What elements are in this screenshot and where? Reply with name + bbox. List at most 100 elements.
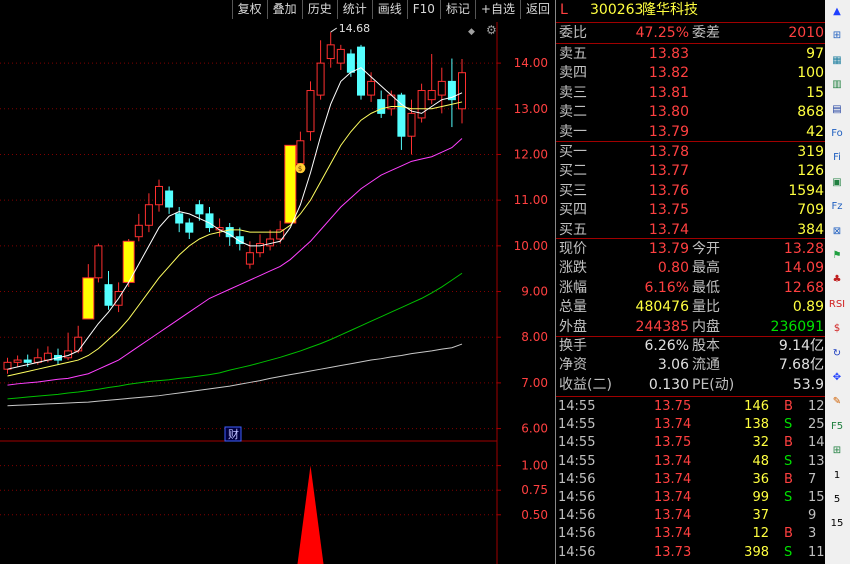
tick-row[interactable]: 14:55 13.74 138 S 25 [556, 416, 826, 434]
toolbar-button-2[interactable]: 历史 [301, 0, 337, 19]
candle [54, 348, 62, 365]
stock-code[interactable]: 300263 [590, 1, 643, 20]
order-volume: 97 [806, 46, 824, 62]
order-row[interactable]: 买四 13.75 709 [556, 201, 826, 220]
order-label: 买五 [559, 221, 587, 238]
tick-volume: 48 [752, 453, 769, 469]
toolbar-button-8[interactable]: 返回 [519, 0, 555, 19]
ma-line-gray [7, 343, 463, 407]
candle [134, 213, 143, 242]
tick-volume: 398 [744, 544, 769, 560]
toolbar-button-0[interactable]: 复权 [231, 0, 267, 19]
price-tick-label: 10.00 [514, 239, 548, 253]
tick-row[interactable]: 14:55 13.74 48 S 13 [556, 453, 826, 471]
order-row[interactable]: 卖一 13.79 42 [556, 123, 826, 142]
refresh-icon[interactable]: ↻ [828, 346, 846, 362]
stat-value: 14.09 [783, 260, 824, 277]
gear-icon: ⚙ [486, 23, 497, 37]
fund-value: 0.130 [648, 376, 689, 393]
order-row[interactable]: 卖三 13.81 15 [556, 84, 826, 103]
svg-text:$: $ [298, 165, 302, 173]
chart-toolbar: 复权 叠加 历史 统计 画线 F10 标记 +自选 返回 [0, 0, 555, 19]
cross-box-icon[interactable]: ⊠ [828, 224, 846, 240]
tick-price: 13.75 [654, 435, 692, 451]
stat-value: 0.80 [657, 260, 689, 277]
fo-icon[interactable]: Fo [828, 126, 846, 142]
grid-icon[interactable]: ⊞ [828, 28, 846, 44]
period-5-icon[interactable]: 5 [828, 492, 846, 508]
dollar-icon[interactable]: $ [828, 321, 846, 337]
tick-side: S [784, 417, 793, 433]
toolbar-button-6[interactable]: 标记 [439, 0, 475, 19]
tick-count: 3 [808, 526, 817, 542]
period-1-icon[interactable]: 1 [828, 468, 846, 484]
stock-name[interactable]: 隆华科技 [642, 1, 698, 20]
order-price: 13.83 [648, 46, 689, 62]
tick-side: B [784, 526, 793, 542]
price-tick-label: 13.00 [514, 102, 548, 116]
bars-icon[interactable]: ▦ [828, 53, 846, 69]
f5-icon[interactable]: F5 [828, 419, 846, 435]
order-label: 买四 [559, 202, 587, 219]
order-row[interactable]: 买五 13.74 384 [556, 221, 826, 240]
tick-time: 14:55 [558, 417, 596, 433]
tick-row[interactable]: 14:56 13.73 398 S 11 [556, 544, 826, 562]
candle [74, 325, 83, 354]
fund-label: 流通 [692, 357, 720, 374]
stock-header: L 300263 隆华科技 [556, 1, 826, 20]
tick-volume: 99 [752, 490, 769, 505]
fi-icon[interactable]: Fi [828, 150, 846, 166]
arrow-up-icon[interactable]: ▲ [828, 4, 846, 20]
club-icon[interactable]: ♣ [828, 272, 846, 288]
order-row[interactable]: 买三 13.76 1594 [556, 182, 826, 201]
tick-row[interactable]: 14:55 13.75 146 B 12 [556, 398, 826, 416]
candle [377, 90, 386, 118]
order-row[interactable]: 卖五 13.83 97 [556, 45, 826, 64]
list-icon[interactable]: ▤ [828, 102, 846, 118]
order-price: 13.82 [648, 65, 689, 82]
toolbar-button-7[interactable]: +自选 [474, 0, 520, 19]
price-tick-label: 14.00 [514, 56, 548, 70]
calc-icon[interactable]: ⊞ [828, 443, 846, 459]
tick-row[interactable]: 14:56 13.74 36 B 7 [556, 471, 826, 489]
price-tick-label: 11.00 [514, 193, 548, 207]
fund-row: 收益(二) 0.130 PE(动) 53.9 [556, 376, 826, 395]
stat-row: 外盘 244385 内盘 236091 [556, 318, 826, 337]
pencil-icon[interactable]: ✎ [828, 394, 846, 410]
toolbar-button-1[interactable]: 叠加 [266, 0, 302, 19]
tick-row[interactable]: 14:55 13.75 32 B 14 [556, 434, 826, 452]
tick-volume: 12 [752, 526, 769, 542]
move-icon[interactable]: ✥ [828, 370, 846, 386]
fz-icon[interactable]: Fz [828, 199, 846, 215]
tick-time: 14:56 [558, 508, 596, 524]
toolbar-button-5[interactable]: F10 [406, 0, 440, 19]
order-volume: 868 [797, 104, 824, 121]
period-15-icon[interactable]: 15 [828, 516, 846, 532]
tick-count: 25 [808, 417, 825, 433]
stat-label: 最低 [692, 279, 720, 296]
toolbar-button-3[interactable]: 统计 [336, 0, 372, 19]
order-row[interactable]: 卖二 13.80 868 [556, 103, 826, 122]
tick-volume: 146 [744, 399, 769, 414]
order-label: 卖一 [559, 123, 587, 140]
tick-count: 14 [808, 435, 825, 451]
table-icon[interactable]: ▥ [828, 77, 846, 93]
order-row[interactable]: 买二 13.77 126 [556, 162, 826, 181]
tick-row[interactable]: 14:56 13.74 37 9 [556, 507, 826, 525]
toolbar-button-4[interactable]: 画线 [371, 0, 407, 19]
tick-row[interactable]: 14:56 13.74 99 S 15 [556, 489, 826, 507]
kline-chart-area[interactable]: 14.00 13.00 12.00 11.00 10.00 9.00 8.00 7.00 6.0… [0, 0, 555, 564]
tick-row[interactable]: 14:56 13.74 12 B 3 [556, 525, 826, 543]
kline-chart[interactable]: 14.00 13.00 12.00 11.00 10.00 9.00 8.00 7.00 6.0… [0, 0, 555, 564]
box-icon[interactable]: ▣ [828, 175, 846, 191]
order-price: 13.80 [648, 104, 689, 121]
candle [387, 90, 396, 116]
candle [13, 355, 22, 367]
stat-label: 外盘 [559, 318, 587, 335]
rsi-icon[interactable]: RSI [828, 297, 846, 313]
flag-icon[interactable]: ⚑ [828, 248, 846, 264]
order-row[interactable]: 买一 13.78 319 [556, 143, 826, 162]
candle [94, 243, 103, 283]
tick-count: 15 [808, 490, 825, 505]
order-row[interactable]: 卖四 13.82 100 [556, 64, 826, 83]
